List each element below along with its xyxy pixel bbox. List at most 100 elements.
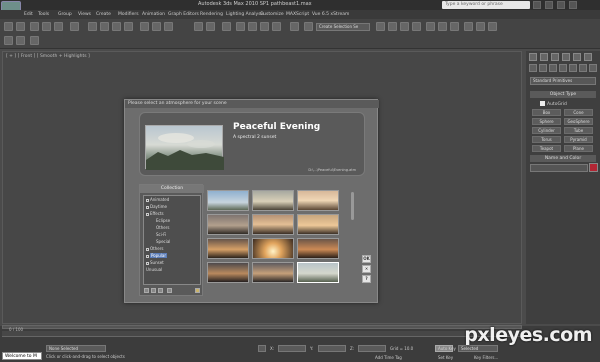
object-type-rollout[interactable]: Object Type: [530, 91, 596, 98]
select-manipulate-icon[interactable]: [222, 22, 231, 31]
snap-icon[interactable]: [236, 22, 245, 31]
selection-filter-icon[interactable]: [70, 22, 79, 31]
link-icon[interactable]: [30, 22, 39, 31]
tree-item-special[interactable]: Special: [156, 239, 170, 244]
bind-space-warp-icon[interactable]: [54, 22, 63, 31]
cancel-button[interactable]: ✕: [362, 265, 371, 273]
ok-button[interactable]: OK: [362, 255, 371, 263]
delete-item-icon[interactable]: [158, 288, 163, 293]
plane-button[interactable]: Plane: [564, 145, 593, 152]
menu-animation[interactable]: Animation: [142, 12, 165, 17]
systems-icon[interactable]: [589, 64, 597, 72]
vue-atmosphere-icon[interactable]: [476, 22, 485, 31]
layer-icon[interactable]: [4, 36, 13, 45]
pyramid-button[interactable]: Pyramid: [564, 136, 593, 143]
scale-icon[interactable]: [164, 22, 173, 31]
tree-item-effects[interactable]: Effects: [146, 211, 164, 216]
modify-tab-icon[interactable]: [540, 53, 548, 61]
maxscript-listener[interactable]: Welcome to M: [2, 352, 42, 360]
autogrid-checkbox[interactable]: AutoGrid: [540, 101, 567, 107]
spinner-snap-icon[interactable]: [272, 22, 281, 31]
add-time-tag[interactable]: Add Time Tag: [375, 355, 402, 360]
help-icon[interactable]: [533, 1, 541, 9]
pivot-icon[interactable]: [206, 22, 215, 31]
key-mode-dropdown[interactable]: Selected: [458, 345, 498, 352]
sphere-button[interactable]: Sphere: [532, 118, 561, 125]
hierarchy-tab-icon[interactable]: [551, 53, 559, 61]
mirror-icon[interactable]: [304, 22, 313, 31]
favorite-icon[interactable]: [195, 288, 200, 293]
render-setup-icon[interactable]: [426, 22, 435, 31]
lock-selection-icon[interactable]: [258, 345, 266, 352]
graphite-icon[interactable]: [30, 36, 39, 45]
tube-button[interactable]: Tube: [564, 127, 593, 134]
thumbnail[interactable]: [207, 262, 249, 283]
rotate-icon[interactable]: [152, 22, 161, 31]
primitive-type-dropdown[interactable]: Standard Primitives: [530, 77, 596, 85]
object-name-field[interactable]: [530, 164, 588, 172]
thumbnail-selected[interactable]: [297, 262, 339, 283]
expand-icon[interactable]: [146, 205, 149, 209]
search-input[interactable]: Type a keyword or phrase: [442, 1, 530, 9]
menu-edit[interactable]: Edit: [24, 12, 33, 17]
geometry-icon[interactable]: [529, 64, 537, 72]
torus-button[interactable]: Torus: [532, 136, 561, 143]
align-icon[interactable]: [376, 22, 385, 31]
menu-graph-editors[interactable]: Graph Editors: [168, 12, 199, 17]
expand-icon[interactable]: [146, 254, 149, 258]
time-slider[interactable]: 0 / 100: [2, 325, 522, 332]
motion-tab-icon[interactable]: [562, 53, 570, 61]
key-filters-button[interactable]: Key Filters...: [474, 355, 498, 360]
geosphere-button[interactable]: GeoSphere: [564, 118, 593, 125]
thumbnail[interactable]: [207, 238, 249, 259]
expand-icon[interactable]: [146, 247, 149, 251]
restore-icon[interactable]: [557, 1, 565, 9]
menu-vue[interactable]: Vue 6.5 xStream: [312, 12, 349, 17]
vue-render-icon[interactable]: [488, 22, 497, 31]
region-select-icon[interactable]: [112, 22, 121, 31]
angle-snap-icon[interactable]: [248, 22, 257, 31]
properties-icon[interactable]: [167, 288, 172, 293]
cone-button[interactable]: Cone: [564, 109, 593, 116]
thumbnail[interactable]: [207, 190, 249, 211]
unlink-icon[interactable]: [42, 22, 51, 31]
thumbnail[interactable]: [252, 262, 294, 283]
tree-item-eclipse[interactable]: Eclipse: [156, 218, 170, 223]
add-item-icon[interactable]: [151, 288, 156, 293]
window-crossing-icon[interactable]: [124, 22, 133, 31]
tree-item-sunset[interactable]: Sunset: [146, 260, 164, 265]
thumbnail[interactable]: [252, 238, 294, 259]
schematic-view-icon[interactable]: [400, 22, 409, 31]
space-warps-icon[interactable]: [579, 64, 587, 72]
material-editor-icon[interactable]: [412, 22, 421, 31]
rendered-frame-icon[interactable]: [438, 22, 447, 31]
object-color-swatch[interactable]: [589, 163, 598, 172]
tree-item-others[interactable]: Others: [146, 246, 163, 251]
curve-editor-icon[interactable]: [388, 22, 397, 31]
thumbnail[interactable]: [252, 214, 294, 235]
track-bar[interactable]: [2, 331, 522, 337]
redo-icon[interactable]: [16, 22, 25, 31]
expand-icon[interactable]: [146, 198, 149, 202]
box-button[interactable]: Box: [532, 109, 561, 116]
thumbnail[interactable]: [207, 214, 249, 235]
menu-lighting-analysis[interactable]: Lighting Analysis: [226, 12, 264, 17]
percent-snap-icon[interactable]: [260, 22, 269, 31]
thumbnail-scrollbar[interactable]: [351, 192, 354, 220]
select-object-icon[interactable]: [88, 22, 97, 31]
lights-icon[interactable]: [549, 64, 557, 72]
y-coordinate-field[interactable]: [318, 345, 346, 352]
cylinder-button[interactable]: Cylinder: [532, 127, 561, 134]
teapot-button[interactable]: Teapot: [532, 145, 561, 152]
menu-tools[interactable]: Tools: [38, 12, 49, 17]
utilities-tab-icon[interactable]: [584, 53, 592, 61]
menu-group[interactable]: Group: [58, 12, 72, 17]
new-folder-icon[interactable]: [144, 288, 149, 293]
collapse-icon[interactable]: [146, 212, 149, 216]
thumbnail[interactable]: [297, 190, 339, 211]
minimize-icon[interactable]: [545, 1, 553, 9]
menu-views[interactable]: Views: [78, 12, 91, 17]
menu-customize[interactable]: Customize: [260, 12, 284, 17]
set-key-label[interactable]: Set Key: [438, 355, 453, 360]
menu-modifiers[interactable]: Modifiers: [118, 12, 139, 17]
